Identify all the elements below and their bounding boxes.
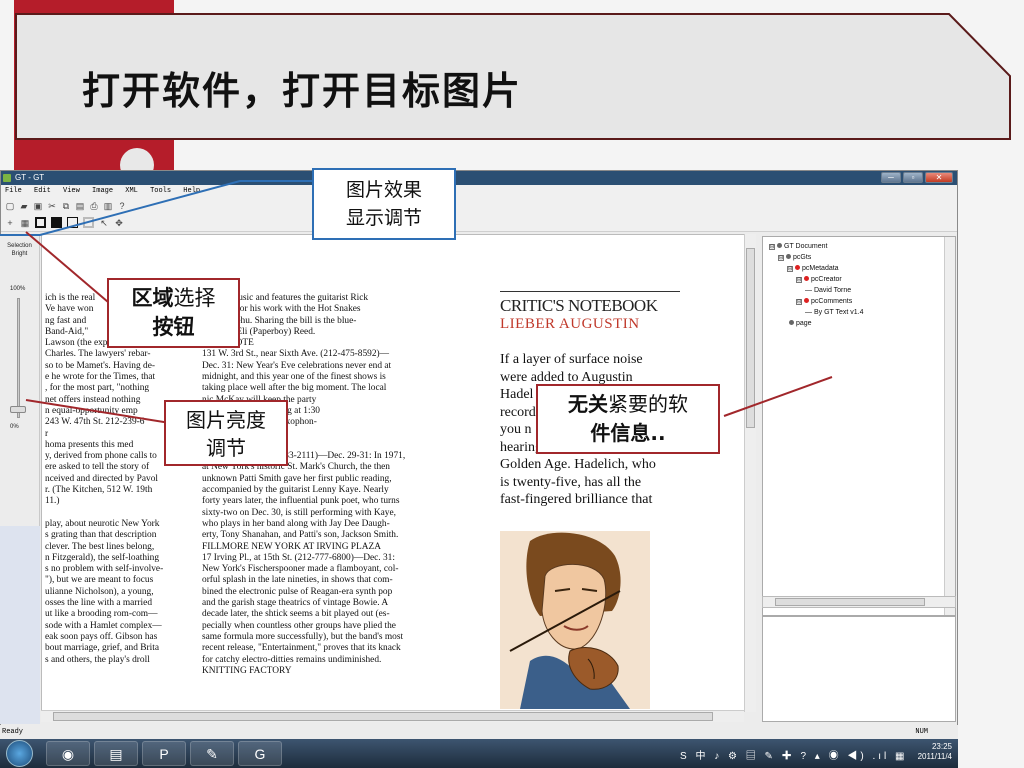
callout-irrelevant-text: 紧要的软 (608, 392, 688, 416)
callout-leader-lines (0, 180, 833, 424)
callout-region-select: 区域选择 按钮 (107, 278, 240, 348)
callout-brightness: 图片亮度 调节 (164, 400, 288, 466)
callout-irrelevant-line2: 件信息.. (590, 421, 666, 445)
callout-irrelevant-info: 无关紧要的软 件信息.. (536, 384, 720, 454)
callout-region-select-text: 选择 (173, 286, 216, 310)
callout-irrelevant-bold: 无关 (568, 392, 608, 416)
callout-region-select-button: 按钮 (152, 315, 195, 339)
slide: 打开软件，打开目标图片 GT - GT ─ ▫ ✕ File Edit View… (0, 0, 1024, 768)
callout-image-effect: 图片效果 显示调节 (312, 168, 456, 240)
callout-region-select-bold: 区域 (131, 286, 174, 310)
